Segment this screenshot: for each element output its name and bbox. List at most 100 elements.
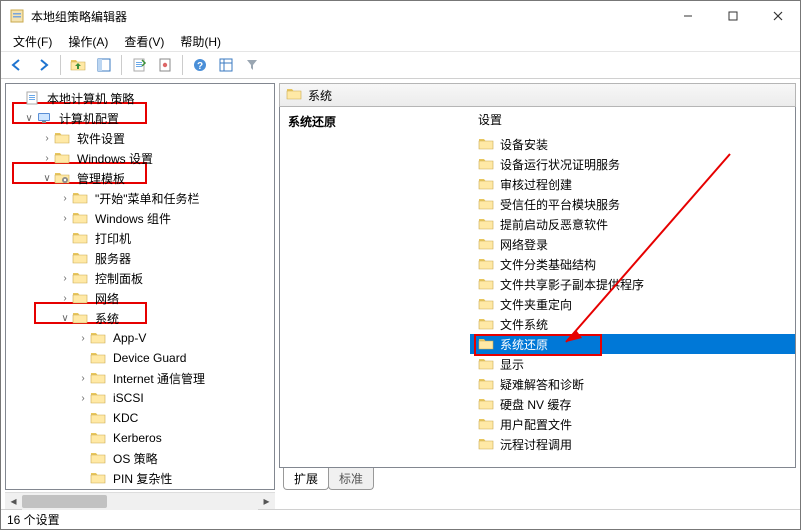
filter-button[interactable] (240, 53, 264, 77)
right-list-column: 设置 设备安装 设备运行状况证明服务 审核过程创建 受信任的平台模块服务 提前启… (470, 107, 795, 467)
tree-pin-complexity[interactable]: PIN 复杂性 (6, 468, 274, 488)
tree-app-v[interactable]: › App-V (6, 328, 274, 348)
tree-computer-config[interactable]: ∨计算机配置 (6, 108, 274, 128)
right-pane: 系统 系统还原 设置 设备安装 设备运行状 (279, 83, 796, 490)
tree-label: 控制面板 (92, 269, 146, 288)
expand-icon[interactable]: › (58, 213, 72, 224)
tree-windows-components[interactable]: ›Windows 组件 (6, 208, 274, 228)
scroll-right-button[interactable]: ▸ (258, 493, 275, 510)
scroll-thumb[interactable] (22, 495, 107, 508)
forward-button[interactable] (31, 53, 55, 77)
list-item[interactable]: 网络登录 (470, 234, 795, 254)
tree-iscsi[interactable]: ›iSCSI (6, 388, 274, 408)
folder-icon (478, 396, 494, 412)
tab-standard[interactable]: 标准 (328, 468, 374, 490)
collapse-icon[interactable]: ∨ (40, 173, 54, 184)
minimize-button[interactable] (665, 1, 710, 31)
folder-icon (72, 290, 88, 306)
list-item[interactable]: 文件分类基础结构 (470, 254, 795, 274)
list-item-label: 显示 (500, 356, 524, 373)
properties-button[interactable] (153, 53, 177, 77)
tree-label: Internet 通信管理 (110, 369, 208, 388)
back-button[interactable] (5, 53, 29, 77)
list-item[interactable]: 提前启动反恶意软件 (470, 214, 795, 234)
close-button[interactable] (755, 1, 800, 31)
list-item[interactable]: 文件系统 (470, 314, 795, 334)
list-item[interactable]: 显示 (470, 354, 795, 374)
tree-software-settings[interactable]: ›软件设置 (6, 128, 274, 148)
tree-os-policy[interactable]: OS 策略 (6, 448, 274, 468)
expand-icon[interactable]: › (76, 373, 90, 384)
list-item[interactable]: 设备运行状况证明服务 (470, 154, 795, 174)
up-button[interactable] (66, 53, 90, 77)
expand-icon[interactable]: › (58, 193, 72, 204)
list-item[interactable]: 设备安装 (470, 134, 795, 154)
window-title: 本地组策略编辑器 (31, 8, 665, 25)
folder-icon (90, 330, 106, 346)
tree-pane[interactable]: 本地计算机 策略 ∨计算机配置 ›软件设置 ›Windows 设置 ∨管理模板 … (5, 83, 275, 490)
list-item[interactable]: 用户配置文件 (470, 414, 795, 434)
list-item[interactable]: 审核过程创建 (470, 174, 795, 194)
menu-help[interactable]: 帮助(H) (172, 31, 229, 52)
expand-icon[interactable]: › (40, 133, 54, 144)
tree-label: App-V (110, 330, 149, 346)
folder-icon (72, 310, 88, 326)
expand-icon[interactable]: › (76, 333, 90, 344)
collapse-icon[interactable]: ∨ (22, 113, 36, 124)
tree-root[interactable]: 本地计算机 策略 (6, 88, 274, 108)
scroll-track[interactable] (22, 493, 258, 510)
column-header-settings[interactable]: 设置 (470, 107, 795, 134)
settings-list[interactable]: 设备安装 设备运行状况证明服务 审核过程创建 受信任的平台模块服务 提前启动反恶… (470, 134, 795, 467)
list-item[interactable]: 沅程讨程调用 (470, 434, 795, 454)
tree-kerberos[interactable]: Kerberos (6, 428, 274, 448)
scroll-left-button[interactable]: ◂ (5, 493, 22, 510)
svg-text:?: ? (197, 61, 203, 72)
export-list-button[interactable] (127, 53, 151, 77)
folder-icon (72, 250, 88, 266)
list-item-label: 审核过程创建 (500, 176, 572, 193)
tree-device-guard[interactable]: Device Guard (6, 348, 274, 368)
tree-printers[interactable]: 打印机 (6, 228, 274, 248)
tree-control-panel[interactable]: › 控制面板 (6, 268, 274, 288)
list-item[interactable]: 文件夹重定向 (470, 294, 795, 314)
folder-icon (90, 350, 106, 366)
tree-label: Windows 设置 (74, 149, 156, 168)
expand-icon[interactable]: › (40, 153, 54, 164)
menu-action[interactable]: 操作(A) (60, 31, 116, 52)
folder-icon (478, 216, 494, 232)
list-item-selected[interactable]: 系统还原 (470, 334, 795, 354)
collapse-icon[interactable]: ∨ (58, 313, 72, 324)
left-pane-hscroll[interactable]: ◂ ▸ (5, 492, 275, 509)
tree-windows-settings[interactable]: › Windows 设置 (6, 148, 274, 168)
tree-network[interactable]: ›网络 (6, 288, 274, 308)
list-item[interactable]: 受信任的平台模块服务 (470, 194, 795, 214)
tree-label: 本地计算机 策略 (44, 89, 137, 108)
filter-options-button[interactable] (214, 53, 238, 77)
folder-icon (90, 470, 106, 486)
tree-internet-mgmt[interactable]: › Internet 通信管理 (6, 368, 274, 388)
tree-label: 管理模板 (74, 169, 128, 188)
maximize-button[interactable] (710, 1, 755, 31)
tree-kdc[interactable]: KDC (6, 408, 274, 428)
list-item[interactable]: 疑难解答和诊断 (470, 374, 795, 394)
list-item-label: 文件共享影子副本提供程序 (500, 276, 644, 293)
menu-view[interactable]: 查看(V) (116, 31, 172, 52)
folder-icon (478, 376, 494, 392)
list-item[interactable]: 硬盘 NV 缓存 (470, 394, 795, 414)
tree-start-menu[interactable]: ›"开始"菜单和任务栏 (6, 188, 274, 208)
folder-icon (478, 156, 494, 172)
expand-icon[interactable]: › (58, 293, 72, 304)
menu-file[interactable]: 文件(F) (5, 31, 60, 52)
tree-server[interactable]: 服务器 (6, 248, 274, 268)
tree-system[interactable]: ∨系统 (6, 308, 274, 328)
expand-icon[interactable]: › (76, 393, 90, 404)
show-hide-tree-button[interactable] (92, 53, 116, 77)
help-button[interactable]: ? (188, 53, 212, 77)
tree-admin-templates[interactable]: ∨ 管理模板 (6, 168, 274, 188)
list-item[interactable]: 文件共享影子副本提供程序 (470, 274, 795, 294)
expand-icon[interactable]: › (58, 273, 72, 284)
tree-label: OS 策略 (110, 449, 161, 468)
tab-extended[interactable]: 扩展 (283, 468, 329, 490)
list-item-label: 疑难解答和诊断 (500, 376, 584, 393)
toolbar-separator (121, 55, 122, 75)
